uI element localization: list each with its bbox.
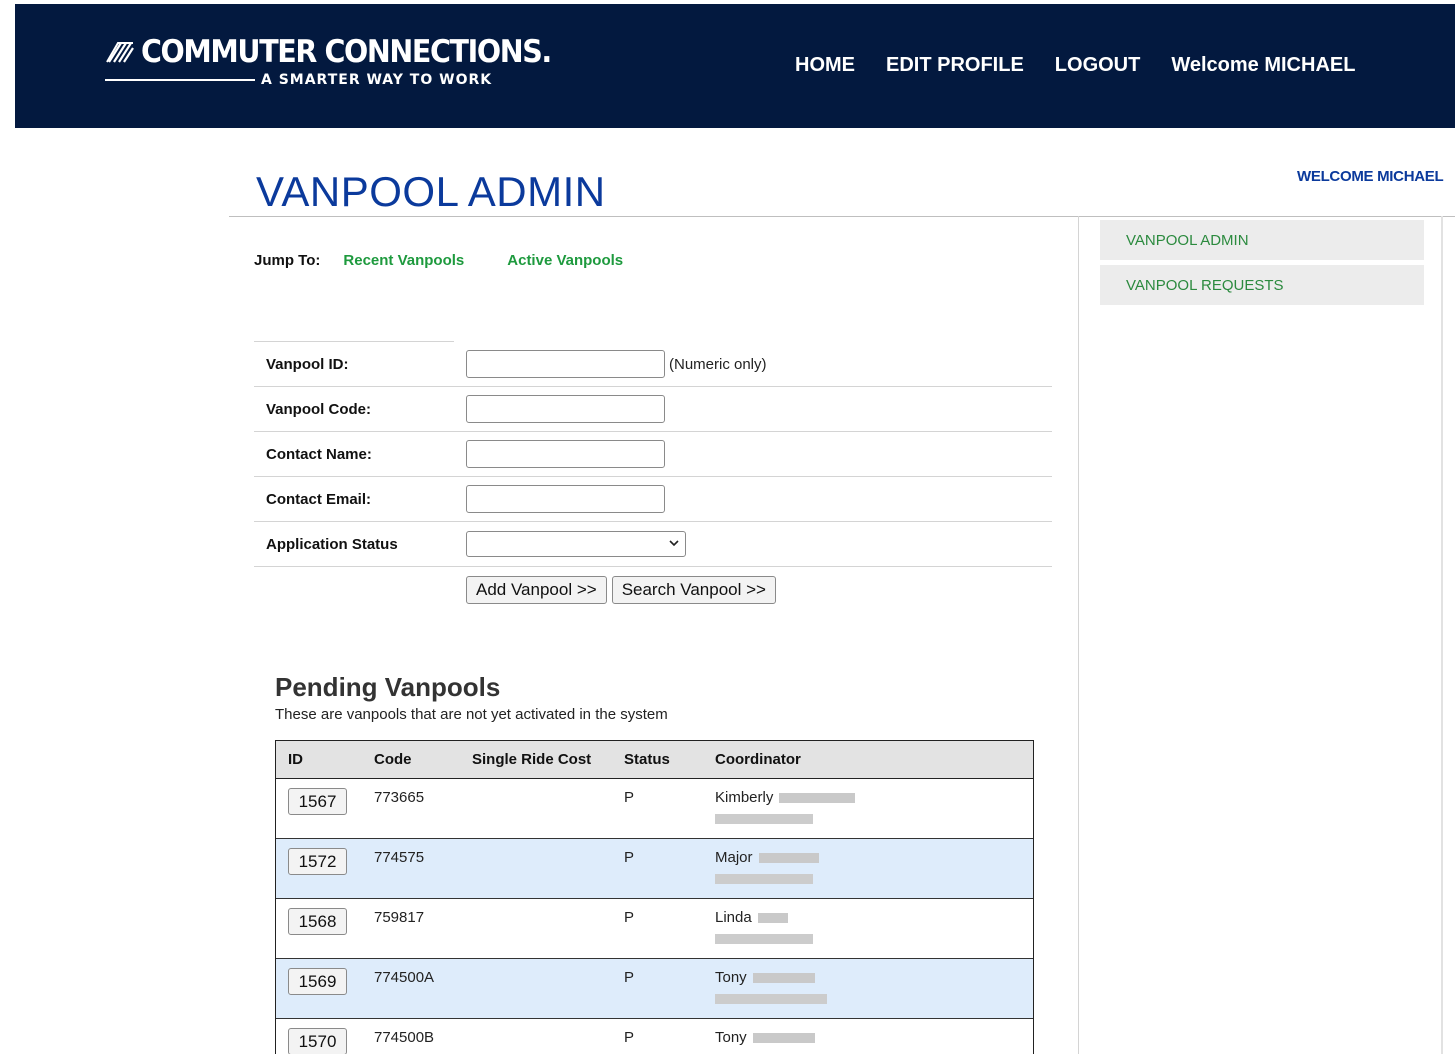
vanpool-code-label: Vanpool Code: [266,400,371,418]
pending-vanpools-description: These are vanpools that are not yet acti… [275,706,668,723]
contact-name-label: Contact Name: [266,445,372,463]
vanpool-id-button[interactable]: 1569 [288,968,347,995]
contact-email-input[interactable] [466,485,665,513]
redacted-surname [752,972,815,983]
redacted-contact [715,874,813,884]
pending-vanpools-heading: Pending Vanpools [275,672,501,702]
table-row: 1570 774500B P Tony [276,1019,1033,1054]
welcome-banner: WELCOME MICHAEL [1297,168,1444,185]
contact-name-row: Contact Name: [254,432,1052,477]
sidebar-divider [1078,216,1079,1054]
search-vanpool-button[interactable]: Search Vanpool >> [611,576,776,604]
coordinator-name: Major [715,849,753,866]
application-status-select[interactable] [466,531,686,557]
coordinator-name: Linda [715,909,752,926]
single-ride-cost-cell [472,959,624,1018]
vanpool-code-cell: 774500B [374,1029,435,1046]
add-vanpool-button[interactable]: Add Vanpool >> [466,576,607,604]
nav-edit-profile-link[interactable]: EDIT PROFILE [886,54,1024,77]
table-header: ID Code Single Ride Cost Status Coordina… [276,741,1033,779]
table-row: 1568 759817 P Linda [276,899,1033,959]
vanpool-code-input[interactable] [466,395,665,423]
pending-vanpools-table: ID Code Single Ride Cost Status Coordina… [275,740,1034,1054]
status-cell: P [624,969,635,986]
redacted-surname [752,1032,815,1043]
nav-logout-link[interactable]: LOGOUT [1055,54,1141,77]
commuter-connections-logo[interactable]: COMMUTER CONNECTIONS. A SMARTER WAY TO W… [105,34,586,88]
table-row: 1572 774575 P Major [276,839,1033,899]
coordinator-cell: Major [715,839,1033,898]
page-edge [1441,216,1443,1054]
vanpool-id-input[interactable] [466,350,665,378]
vanpool-code-row: Vanpool Code: [254,387,1052,432]
vanpool-id-button[interactable]: 1568 [288,908,347,935]
vanpool-id-button[interactable]: 1567 [288,788,347,815]
logo-tagline: A SMARTER WAY TO WORK [261,72,493,88]
vanpool-id-label: Vanpool ID: [266,355,349,373]
active-vanpools-link[interactable]: Active Vanpools [507,252,623,269]
contact-email-row: Contact Email: [254,477,1052,522]
application-status-label: Application Status [266,535,398,553]
coordinator-name: Tony [715,1029,747,1046]
table-row: 1567 773665 P Kimberly [276,779,1033,839]
nav-home-link[interactable]: HOME [795,54,855,77]
coordinator-name: Tony [715,969,747,986]
coordinator-name: Kimberly [715,789,774,806]
single-ride-cost-cell [472,899,624,958]
single-ride-cost-cell [472,839,624,898]
redacted-surname [779,792,856,803]
redacted-contact [715,994,827,1004]
vanpool-code-cell: 759817 [374,909,425,926]
logo-divider [105,79,255,81]
vanpool-search-form: Vanpool ID: (Numeric only) Vanpool Code:… [254,341,1052,604]
title-divider [229,216,1455,217]
numeric-only-hint: (Numeric only) [669,355,767,373]
column-header-code: Code [374,751,412,768]
table-row: 1569 774500A P Tony [276,959,1033,1019]
coordinator-cell: Kimberly [715,779,1033,838]
column-header-coordinator: Coordinator [715,751,801,768]
status-cell: P [624,789,635,806]
contact-name-input[interactable] [466,440,665,468]
form-actions: Add Vanpool >> Search Vanpool >> [254,567,1052,604]
contact-email-label: Contact Email: [266,490,372,508]
page-title: VANPOOL ADMIN [256,168,606,215]
recent-vanpools-link[interactable]: Recent Vanpools [343,252,464,269]
vanpool-code-cell: 773665 [374,789,425,806]
column-header-id: ID [288,751,303,768]
logo-name: COMMUTER CONNECTIONS. [141,34,552,70]
sidebar: VANPOOL ADMIN VANPOOL REQUESTS [1100,220,1424,310]
jump-to-bar: Jump To: Recent Vanpools Active Vanpools [254,252,666,269]
redacted-contact [715,934,813,944]
vanpool-code-cell: 774575 [374,849,425,866]
single-ride-cost-cell [472,779,624,838]
coordinator-cell: Tony [715,1019,1033,1054]
site-header: COMMUTER CONNECTIONS. A SMARTER WAY TO W… [15,4,1455,128]
vanpool-id-button[interactable]: 1570 [288,1028,347,1054]
application-status-row: Application Status [254,522,1052,567]
status-cell: P [624,849,635,866]
status-cell: P [624,909,635,926]
coordinator-cell: Linda [715,899,1033,958]
sidebar-item-vanpool-admin[interactable]: VANPOOL ADMIN [1100,220,1424,260]
redacted-surname [757,912,788,923]
chevron-down-icon [669,540,679,547]
vanpool-id-button[interactable]: 1572 [288,848,347,875]
top-navigation: HOME EDIT PROFILE LOGOUT Welcome MICHAEL [795,54,1386,77]
column-header-cost: Single Ride Cost [472,751,592,768]
sidebar-item-vanpool-requests[interactable]: VANPOOL REQUESTS [1100,265,1424,305]
vanpool-id-row: Vanpool ID: (Numeric only) [254,342,1052,387]
coordinator-cell: Tony [715,959,1033,1018]
column-header-status: Status [624,751,670,768]
jump-to-label: Jump To: [254,252,321,269]
vanpool-code-cell: 774500A [374,969,435,986]
redacted-surname [758,852,819,863]
welcome-user-text: Welcome MICHAEL [1171,54,1356,76]
logo-mark-icon [106,42,134,63]
single-ride-cost-cell [472,1019,624,1054]
status-cell: P [624,1029,635,1046]
redacted-contact [715,814,813,824]
